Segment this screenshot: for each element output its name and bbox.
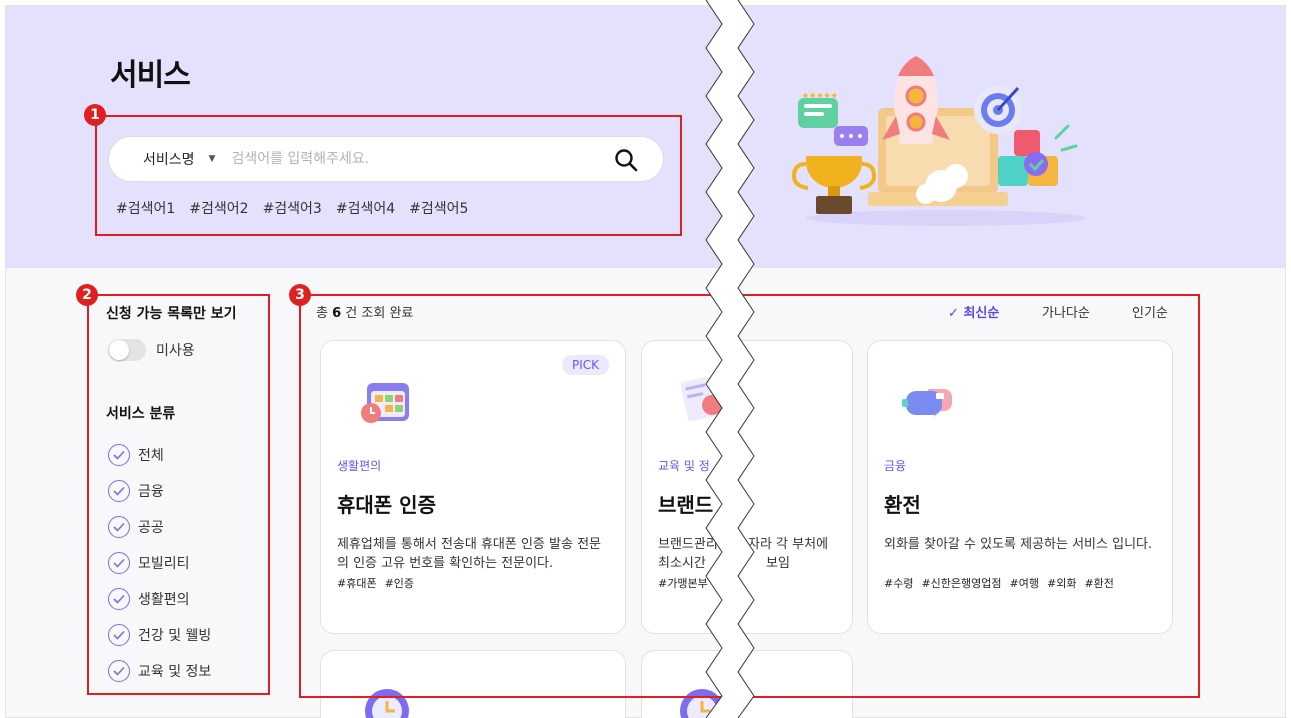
hero-illustration: ★★★★★	[791, 56, 1086, 226]
page-break-tear	[705, 0, 755, 718]
callout-box-sidebar	[87, 294, 270, 695]
svg-text:★★★★★: ★★★★★	[802, 91, 838, 100]
callout-badge: 3	[289, 284, 311, 306]
callout-badge: 1	[84, 104, 106, 126]
callout-box-search	[95, 115, 682, 236]
callout-badge: 2	[76, 284, 98, 306]
page-title: 서비스	[110, 58, 191, 93]
